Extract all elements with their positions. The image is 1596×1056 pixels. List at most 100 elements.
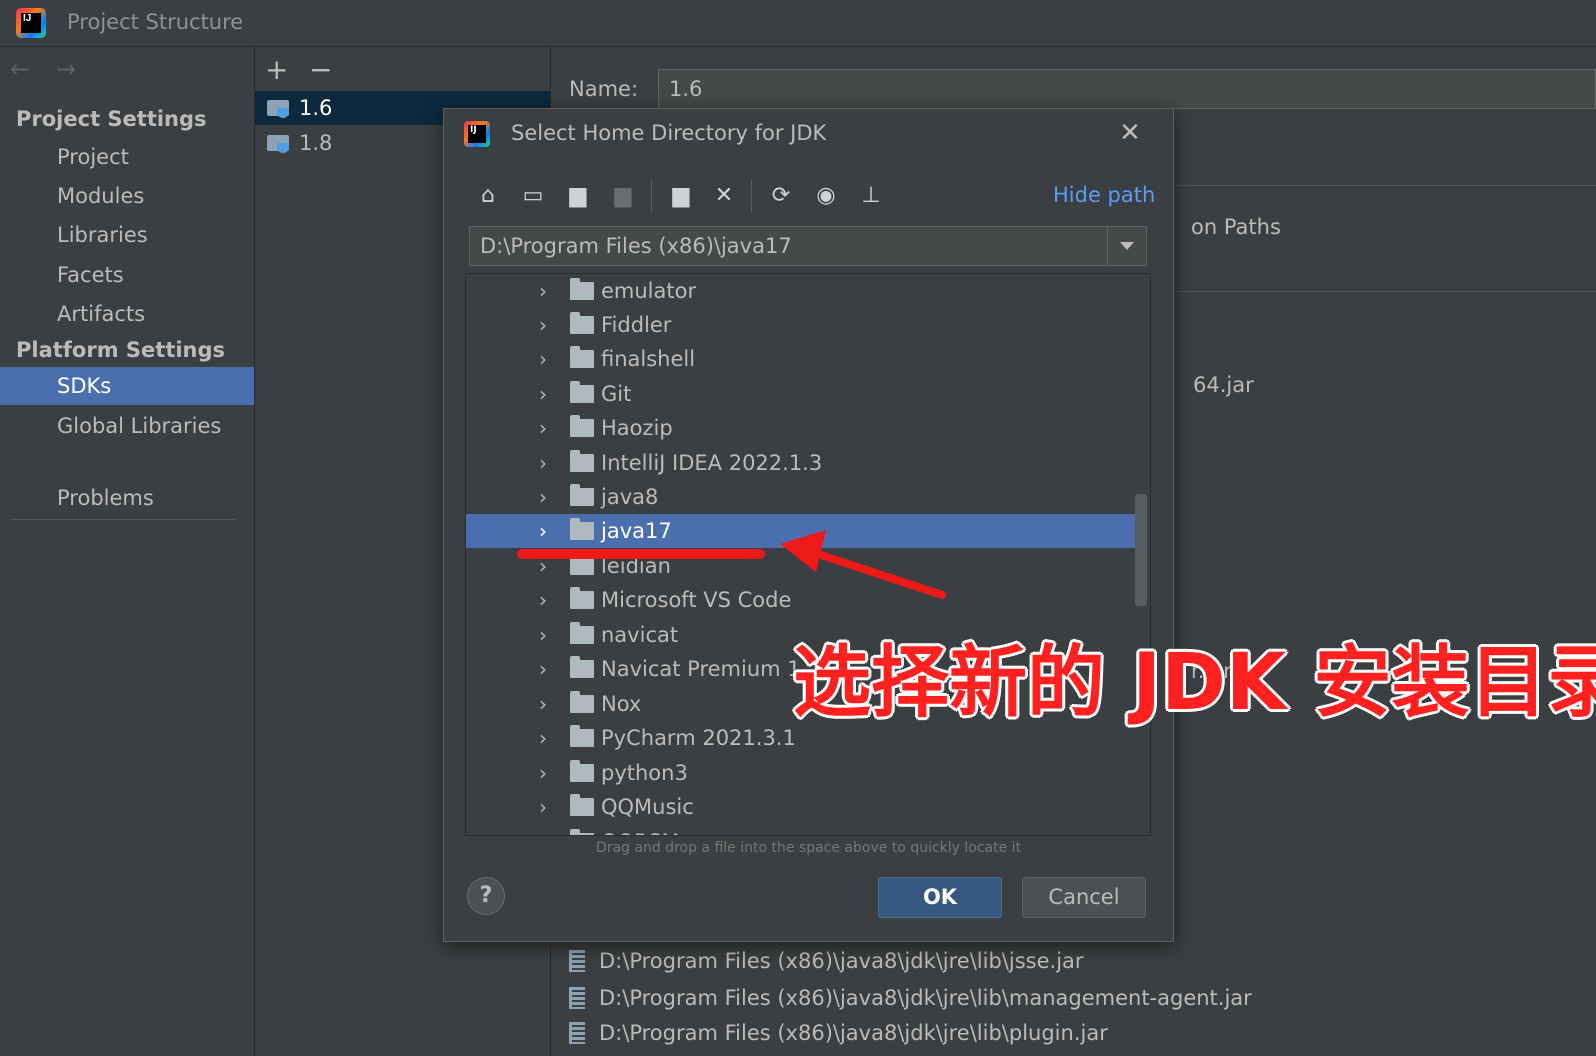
- close-icon[interactable]: ✕: [1114, 117, 1146, 149]
- jar-icon: [569, 1022, 585, 1044]
- sidebar-item-libraries[interactable]: Libraries: [0, 216, 254, 254]
- tab-classpath-fragment[interactable]: on Paths: [1191, 215, 1281, 239]
- chevron-right-icon[interactable]: ›: [539, 726, 547, 750]
- annotation-text: 选择新的 JDK 安装目录: [793, 638, 1596, 728]
- list-item[interactable]: D:\Program Files (x86)\java8\jdk\jre\lib…: [565, 943, 1084, 979]
- name-field[interactable]: 1.6: [658, 69, 1596, 109]
- chevron-down-icon[interactable]: [1107, 227, 1146, 265]
- folder-icon: [570, 691, 594, 713]
- list-item[interactable]: › java8: [466, 480, 1138, 514]
- chevron-right-icon[interactable]: ›: [539, 692, 547, 716]
- sidebar-item-facets[interactable]: Facets: [0, 256, 254, 294]
- annotation-underline: [517, 549, 765, 559]
- folder-icon: [570, 760, 594, 782]
- folder-icon: [570, 484, 594, 506]
- sidebar: ← → Project Settings Project Modules Lib…: [0, 47, 255, 1056]
- intellij-logo-icon: IJ: [464, 121, 490, 147]
- list-item[interactable]: › Haozip: [466, 411, 1138, 445]
- project-folder-icon[interactable]: ▆: [562, 179, 594, 213]
- dialog-title: Select Home Directory for JDK: [511, 121, 827, 145]
- chevron-right-icon[interactable]: ›: [539, 588, 547, 612]
- sidebar-item-problems[interactable]: Problems: [0, 479, 254, 517]
- jdk-icon: [267, 135, 289, 153]
- tree-scrollbar[interactable]: [1135, 494, 1147, 606]
- sidebar-item-artifacts[interactable]: Artifacts: [0, 295, 254, 333]
- back-arrow-icon[interactable]: ←: [10, 55, 30, 83]
- project-settings-heading: Project Settings: [16, 107, 207, 131]
- name-label: Name:: [569, 77, 639, 101]
- list-item[interactable]: › finalshell: [466, 342, 1138, 376]
- refresh-icon[interactable]: ⟳: [765, 179, 797, 213]
- divider: [1171, 291, 1596, 292]
- folder-icon: [570, 656, 594, 678]
- list-item-selected[interactable]: › java17: [466, 514, 1138, 548]
- chevron-right-icon[interactable]: ›: [539, 347, 547, 371]
- folder-icon: [570, 553, 594, 575]
- sidebar-item-sdks[interactable]: SDKs: [0, 367, 254, 405]
- jar-icon: [569, 950, 585, 972]
- window-title: Project Structure: [67, 10, 244, 34]
- remove-sdk-button[interactable]: −: [309, 53, 332, 86]
- show-hidden-icon[interactable]: ◉: [810, 179, 842, 213]
- delete-icon[interactable]: ✕: [708, 179, 740, 213]
- chevron-right-icon[interactable]: ›: [539, 416, 547, 440]
- sidebar-divider: [10, 519, 235, 520]
- cancel-button[interactable]: Cancel: [1022, 877, 1146, 918]
- chevron-right-icon[interactable]: ›: [539, 313, 547, 337]
- desktop-icon[interactable]: ▭: [517, 179, 549, 213]
- chevron-right-icon[interactable]: ›: [539, 279, 547, 303]
- list-item[interactable]: › Git: [466, 377, 1138, 411]
- hide-path-link[interactable]: Hide path: [1053, 183, 1155, 207]
- list-item[interactable]: D:\Program Files (x86)\java8\jdk\jre\lib…: [565, 980, 1252, 1016]
- list-item[interactable]: › IntelliJ IDEA 2022.1.3: [466, 446, 1138, 480]
- folder-icon: [570, 587, 594, 609]
- folder-icon: [570, 518, 594, 540]
- select-jdk-home-dialog: IJ Select Home Directory for JDK ✕ ⌂ ▭ ▆…: [443, 108, 1174, 942]
- path-combobox[interactable]: D:\Program Files (x86)\java17: [469, 226, 1147, 266]
- home-icon[interactable]: ⌂: [472, 179, 504, 213]
- folder-icon: [570, 725, 594, 747]
- folder-icon: [570, 312, 594, 334]
- chevron-right-icon[interactable]: ›: [539, 761, 547, 785]
- chevron-right-icon[interactable]: ›: [539, 623, 547, 647]
- folder-icon: [570, 622, 594, 644]
- toolbar-separator: [651, 179, 652, 213]
- list-item[interactable]: › Fiddler: [466, 308, 1138, 342]
- folder-icon: [570, 346, 594, 368]
- download-jdk-icon[interactable]: ⊥: [855, 179, 887, 213]
- chevron-right-icon[interactable]: ›: [539, 657, 547, 681]
- folder-icon: [570, 794, 594, 816]
- chevron-right-icon[interactable]: ›: [539, 830, 547, 835]
- chevron-right-icon[interactable]: ›: [539, 485, 547, 509]
- platform-settings-heading: Platform Settings: [16, 338, 226, 362]
- chevron-right-icon[interactable]: ›: [539, 382, 547, 406]
- path-input[interactable]: D:\Program Files (x86)\java17: [480, 227, 792, 265]
- toolbar-separator: [751, 179, 752, 213]
- add-sdk-button[interactable]: +: [265, 53, 288, 86]
- chevron-right-icon[interactable]: ›: [539, 519, 547, 543]
- sidebar-item-project[interactable]: Project: [0, 138, 254, 176]
- list-item[interactable]: › QQMusic: [466, 790, 1138, 824]
- help-button[interactable]: ?: [467, 877, 505, 915]
- module-folder-icon[interactable]: ▆: [607, 179, 639, 213]
- list-item[interactable]: D:\Program Files (x86)\java8\jdk\jre\lib…: [565, 1015, 1108, 1051]
- sidebar-item-modules[interactable]: Modules: [0, 177, 254, 215]
- forward-arrow-icon[interactable]: →: [56, 55, 76, 83]
- new-folder-icon[interactable]: ▆: [665, 179, 697, 213]
- list-item[interactable]: › emulator: [466, 274, 1138, 308]
- chevron-right-icon[interactable]: ›: [539, 451, 547, 475]
- list-item[interactable]: › Microsoft VS Code: [466, 583, 1138, 617]
- folder-icon: [570, 415, 594, 437]
- drop-hint-text: Drag and drop a file into the space abov…: [595, 840, 1022, 856]
- folder-icon: [570, 450, 594, 472]
- chevron-right-icon[interactable]: ›: [539, 795, 547, 819]
- folder-icon: [570, 381, 594, 403]
- list-item[interactable]: › python3: [466, 756, 1138, 790]
- folder-icon: [570, 829, 594, 835]
- jar-icon: [569, 987, 585, 1009]
- title-bar: IJ Project Structure: [0, 0, 1596, 47]
- jdk-icon: [267, 100, 289, 118]
- ok-button[interactable]: OK: [878, 877, 1002, 918]
- sidebar-item-global-libraries[interactable]: Global Libraries: [0, 407, 254, 445]
- list-item[interactable]: ›QQPCMgr: [466, 825, 1138, 835]
